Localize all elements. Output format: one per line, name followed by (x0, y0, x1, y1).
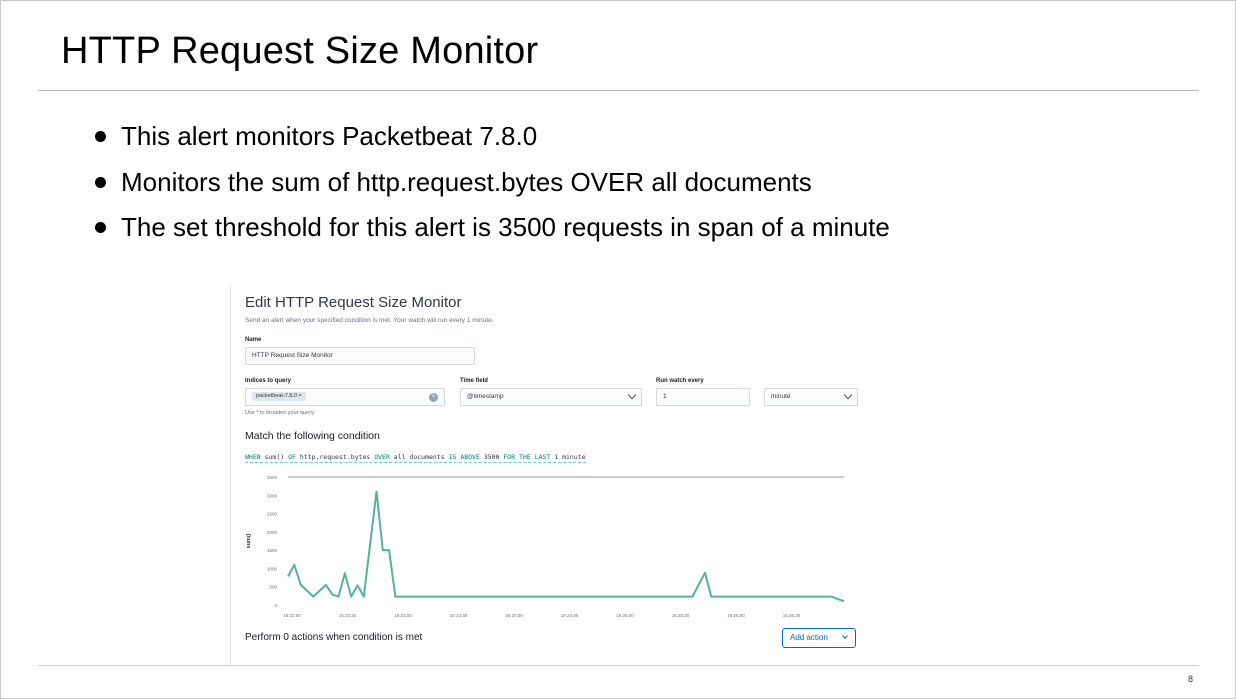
add-action-button[interactable]: Add action (782, 628, 856, 648)
condition-heading: Match the following condition (245, 430, 380, 442)
x-tick-label: 16:23:00 (394, 613, 412, 618)
page-number: 8 (1188, 674, 1194, 684)
bullet-item: Monitors the sum of http.request.bytes O… (93, 164, 890, 210)
condition-expression[interactable]: WHEN sum() OF http.request.bytes OVER al… (245, 453, 586, 463)
expr-threshold[interactable]: 3500 (484, 453, 500, 461)
y-tick-label: 3500 (267, 475, 278, 480)
monitor-heading: Edit HTTP Request Size Monitor (245, 294, 462, 311)
bullet-text: This alert monitors Packetbeat 7.8.0 (121, 121, 538, 151)
x-tick-label: 16:26:30 (783, 613, 801, 618)
series-line (287, 490, 845, 603)
name-field[interactable]: HTTP Request Size Monitor (245, 347, 475, 365)
chevron-down-icon (843, 390, 853, 400)
chevron-down-icon (842, 633, 848, 639)
y-tick-label: 500 (269, 585, 277, 590)
y-tick-label: 1000 (267, 566, 278, 571)
chevron-down-icon (627, 390, 637, 400)
name-label: Name (245, 337, 262, 343)
y-tick-label: 1500 (267, 548, 278, 553)
x-tick-label: 16:23:30 (450, 613, 468, 618)
y-tick-label: 2500 (267, 512, 278, 517)
expr-field[interactable]: http.request.bytes (300, 453, 370, 461)
expr-agg[interactable]: sum() (265, 453, 285, 461)
bullet-dot-icon (95, 176, 106, 188)
bullet-dot-icon (95, 222, 106, 233)
monitor-screenshot: Edit HTTP Request Size Monitor Send an a… (230, 285, 867, 665)
indices-hint: Use * to broaden your query. (245, 410, 315, 416)
monitor-subtitle: Send an alert when your specified condit… (245, 317, 494, 324)
expr-when[interactable]: WHEN (245, 453, 261, 461)
actions-summary: Perform 0 actions when condition is met (245, 632, 423, 643)
time-field-select[interactable]: @timestamp (460, 388, 642, 406)
clear-icon[interactable]: × (429, 393, 438, 402)
time-field-value: @timestamp (467, 393, 504, 400)
expr-for[interactable]: FOR THE LAST (503, 453, 550, 461)
run-unit-value: minute (771, 393, 791, 400)
bullet-list: This alert monitors Packetbeat 7.8.0 Mon… (93, 118, 890, 255)
y-tick-label: 0 (274, 603, 277, 608)
footer-divider (38, 665, 1199, 666)
expr-window[interactable]: 1 minute (554, 453, 585, 461)
x-tick-label: 16:22:30 (339, 613, 357, 618)
bullet-dot-icon (95, 131, 106, 142)
time-field-label: Time field (460, 378, 488, 384)
x-tick-label: 16:25:30 (672, 613, 690, 618)
x-tick-label: 16:25:00 (616, 613, 634, 618)
add-action-label: Add action (790, 633, 828, 642)
request-size-chart: 0 500 1000 1500 2000 2500 3000 3500 sum() 16:22:0… (246, 475, 845, 618)
x-tick-label: 16:26:00 (727, 613, 745, 618)
indices-combobox[interactable]: packetbeat-7.8.0 × × (245, 388, 445, 406)
run-unit-select[interactable]: minute (764, 388, 858, 406)
x-tick-label: 16:22:00 (283, 613, 301, 618)
x-tick-label: 16:24:30 (561, 613, 579, 618)
indices-label: Indices to query (245, 378, 292, 384)
expr-over[interactable]: OVER (374, 453, 390, 461)
y-tick-label: 3000 (267, 493, 278, 498)
bullet-item: The set threshold for this alert is 3500… (93, 209, 890, 255)
y-tick-label: 2000 (267, 530, 278, 535)
expr-of[interactable]: OF (288, 453, 296, 461)
run-interval-input[interactable]: 1 (656, 388, 750, 406)
x-tick-label: 16:24:00 (505, 613, 523, 618)
index-badge[interactable]: packetbeat-7.8.0 × (252, 392, 306, 401)
bullet-item: This alert monitors Packetbeat 7.8.0 (93, 118, 890, 164)
expr-scope[interactable]: all documents (394, 453, 445, 461)
title-divider (38, 90, 1199, 91)
slide-title: HTTP Request Size Monitor (61, 30, 539, 72)
bullet-text: Monitors the sum of http.request.bytes O… (121, 166, 812, 197)
y-axis-label: sum() (246, 533, 252, 548)
expr-is[interactable]: IS ABOVE (449, 453, 480, 461)
run-watch-label: Run watch every (656, 378, 704, 384)
bullet-text: The set threshold for this alert is 3500… (121, 212, 890, 242)
